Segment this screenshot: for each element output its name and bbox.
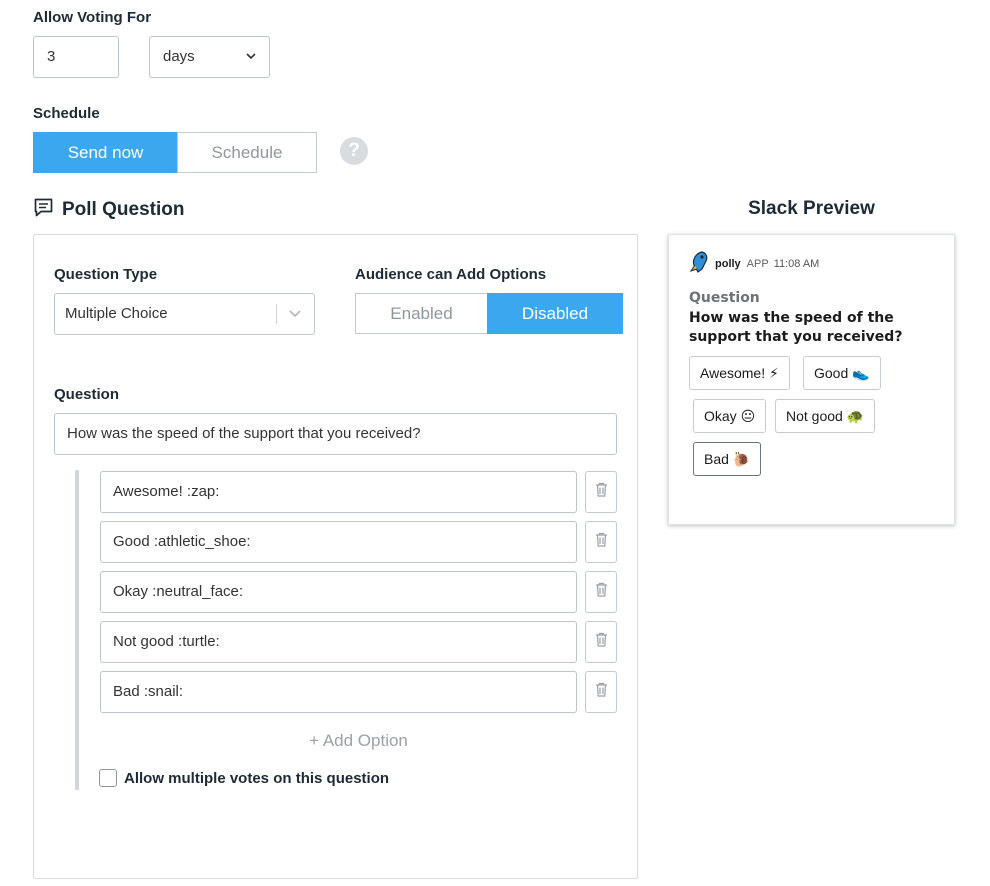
vote-button-label: Okay (704, 408, 737, 424)
vote-button[interactable]: Okay 😐 (693, 399, 767, 433)
chat-bubble-icon (33, 197, 54, 223)
send-now-button[interactable]: Send now (33, 132, 178, 173)
trash-icon (595, 682, 608, 702)
athletic-shoe-icon: 👟 (852, 365, 870, 381)
preview-question-text: How was the speed of the support that yo… (689, 310, 903, 345)
question-type-select[interactable]: Multiple Choice (54, 293, 315, 335)
help-icon[interactable]: ? (340, 137, 368, 165)
trash-icon (595, 482, 608, 502)
audience-disabled-button[interactable]: Disabled (487, 293, 623, 334)
option-input[interactable]: Awesome! :zap: (100, 471, 577, 513)
option-value: Bad :snail: (113, 683, 184, 700)
trash-icon (595, 532, 608, 552)
question-input[interactable]: How was the speed of the support that yo… (54, 413, 617, 455)
message-time: 11:08 AM (773, 257, 820, 270)
add-option-button[interactable]: + Add Option (100, 731, 617, 751)
bot-name: polly (715, 257, 741, 270)
slack-preview-title: Slack Preview (748, 198, 875, 219)
neutral-face-icon: 😐 (740, 408, 756, 424)
vote-button[interactable]: Not good 🐢 (775, 399, 876, 433)
vote-button-label: Good (814, 365, 849, 381)
poll-question-header: Poll Question (33, 197, 184, 223)
question-type-label: Question Type (54, 266, 158, 283)
options-rail (75, 470, 79, 790)
vote-button[interactable]: Awesome! ⚡ (689, 356, 790, 390)
question-type-value: Multiple Choice (65, 305, 168, 322)
question-input-value: How was the speed of the support that yo… (67, 425, 421, 442)
voting-duration-input[interactable]: 3 (33, 36, 119, 78)
voting-unit-select[interactable]: days (149, 36, 270, 78)
option-input[interactable]: Okay :neutral_face: (100, 571, 577, 613)
slack-preview-card: polly APP 11:08 AM Question How was the … (668, 234, 955, 525)
turtle-icon: 🐢 (846, 408, 865, 424)
vote-button-label: Not good (786, 408, 843, 424)
delete-option-button[interactable] (585, 471, 617, 513)
trash-icon (595, 632, 608, 652)
delete-option-button[interactable] (585, 571, 617, 613)
message-header: polly APP 11:08 AM (689, 251, 819, 276)
chevron-down-icon (245, 37, 257, 93)
vote-button[interactable]: Good 👟 (803, 356, 881, 390)
multiple-votes-prefix: Allow (124, 769, 164, 787)
vote-button[interactable]: Bad 🐌 (693, 442, 762, 476)
zap-icon: ⚡ (769, 365, 779, 381)
audience-add-options-label: Audience can Add Options (355, 266, 547, 283)
option-input[interactable]: Bad :snail: (100, 671, 577, 713)
option-input[interactable]: Not good :turtle: (100, 621, 577, 663)
voting-unit-value: days (163, 48, 195, 65)
multiple-votes-bold: multiple votes (168, 769, 270, 787)
option-value: Not good :turtle: (113, 633, 220, 650)
schedule-label: Schedule (33, 105, 100, 122)
voting-duration-value: 3 (47, 48, 56, 65)
delete-option-button[interactable] (585, 521, 617, 563)
delete-option-button[interactable] (585, 671, 617, 713)
vote-button-label: Awesome! (700, 365, 766, 381)
audience-enabled-button[interactable]: Enabled (355, 293, 488, 334)
polly-avatar (689, 251, 709, 276)
option-input[interactable]: Good :athletic_shoe: (100, 521, 577, 563)
allow-voting-label: Allow Voting For (33, 9, 152, 26)
trash-icon (595, 582, 608, 602)
app-tag: APP (746, 257, 769, 270)
delete-option-button[interactable] (585, 621, 617, 663)
chevron-down-icon (288, 294, 302, 350)
option-value: Awesome! :zap: (113, 483, 220, 500)
option-value: Okay :neutral_face: (113, 583, 244, 600)
vote-button-label: Bad (704, 451, 729, 467)
select-divider (276, 304, 277, 324)
multiple-votes-checkbox[interactable] (99, 769, 117, 787)
option-value: Good :athletic_shoe: (113, 533, 251, 550)
poll-question-title: Poll Question (62, 199, 185, 220)
preview-question-label: Question (689, 290, 760, 306)
schedule-button[interactable]: Schedule (177, 132, 317, 173)
question-label: Question (54, 386, 120, 403)
multiple-votes-suffix: on this question (273, 769, 390, 787)
multiple-votes-toggle[interactable]: Allow multiple votes on this question (99, 769, 389, 787)
snail-icon: 🐌 (732, 451, 751, 467)
